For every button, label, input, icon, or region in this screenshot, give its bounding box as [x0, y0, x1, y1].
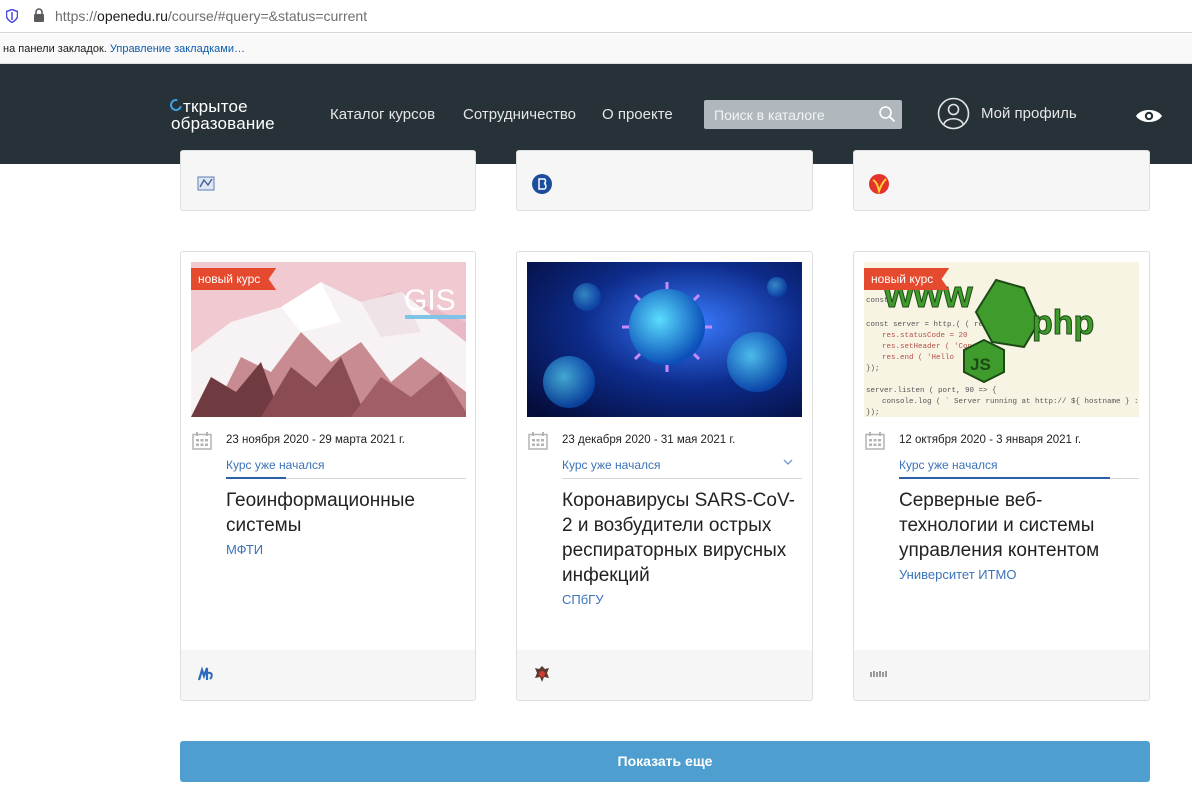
- bookmarks-bar: на панели закладок. Управление закладкам…: [0, 34, 1192, 64]
- course-org[interactable]: СПбГУ: [562, 592, 603, 607]
- svg-text:console.log ( ` Server running: console.log ( ` Server running at http:/…: [882, 398, 1139, 406]
- course-title[interactable]: Серверные веб-технологии и системы управ…: [899, 488, 1139, 563]
- nav-catalog[interactable]: Каталог курсов: [330, 106, 435, 123]
- show-more-button[interactable]: Показать еще: [180, 741, 1150, 782]
- bookmarks-hint: на панели закладок. Управление закладкам…: [3, 43, 246, 55]
- course-card-partial[interactable]: [853, 150, 1150, 211]
- course-card[interactable]: const const server = http.( ( req res.st…: [853, 251, 1150, 701]
- shield-icon[interactable]: [6, 9, 18, 23]
- course-card-partial[interactable]: [516, 150, 813, 211]
- course-title[interactable]: Геоинформационные системы: [226, 488, 466, 538]
- svg-text:res.end ( 'Hello: res.end ( 'Hello: [882, 354, 955, 362]
- manage-bookmarks-link[interactable]: Управление закладками…: [110, 43, 245, 55]
- status-progress: [226, 477, 286, 479]
- calendar-icon: [192, 432, 212, 450]
- course-status[interactable]: Курс уже начался: [562, 458, 661, 472]
- eye-icon[interactable]: [1135, 107, 1163, 125]
- course-dates: 23 ноября 2020 - 29 марта 2021 г.: [226, 434, 405, 446]
- card-footer: [517, 151, 812, 210]
- course-dates: 12 октября 2020 - 3 января 2021 г.: [899, 434, 1082, 446]
- new-course-badge: новый курс: [864, 268, 950, 290]
- virus-illustration: [527, 262, 802, 417]
- card-footer: [181, 650, 475, 700]
- course-image[interactable]: const const server = http.( ( req res.st…: [864, 262, 1139, 417]
- logo-ring-icon: [167, 96, 185, 114]
- course-org[interactable]: МФТИ: [226, 542, 263, 557]
- browser-url-bar[interactable]: https://openedu.ru/course/#query=&status…: [0, 0, 1192, 33]
- university-logo-icon: [197, 176, 215, 191]
- course-org[interactable]: Университет ИТМО: [899, 567, 1017, 582]
- logo-text-line2: образование: [171, 114, 275, 133]
- status-progress: [899, 477, 1110, 479]
- svg-text:});: });: [866, 409, 880, 417]
- search-box: [704, 100, 902, 129]
- gis-caption: GIS: [404, 284, 456, 317]
- university-logo-icon: [870, 671, 887, 677]
- course-status[interactable]: Курс уже начался: [899, 458, 998, 472]
- svg-text:res.setHeader ( 'Con: res.setHeader ( 'Con: [882, 343, 972, 351]
- university-logo-icon: [869, 174, 889, 195]
- new-course-badge: новый курс: [191, 268, 277, 290]
- my-profile-link[interactable]: Мой профиль: [981, 105, 1077, 122]
- php-caption: php: [1032, 304, 1094, 342]
- svg-text:JS: JS: [970, 355, 991, 374]
- course-image[interactable]: [527, 262, 802, 417]
- card-footer: [181, 151, 475, 210]
- svg-text:});: });: [866, 365, 880, 373]
- course-card-partial[interactable]: [180, 150, 476, 211]
- address-field[interactable]: https://openedu.ru/course/#query=&status…: [55, 8, 367, 24]
- site-header: ткрытое образование Каталог курсов Сотру…: [0, 64, 1192, 164]
- lock-icon[interactable]: [33, 8, 45, 22]
- course-dates: 23 декабря 2020 - 31 мая 2021 г.: [562, 434, 736, 446]
- course-image[interactable]: GIS новый курс: [191, 262, 466, 417]
- course-card[interactable]: 23 декабря 2020 - 31 мая 2021 г. Курс уж…: [516, 251, 813, 701]
- status-divider: [562, 478, 802, 479]
- nav-cooperation[interactable]: Сотрудничество: [463, 106, 576, 123]
- course-title[interactable]: Коронавирусы SARS-CoV-2 и возбудители ос…: [562, 488, 802, 588]
- course-card[interactable]: GIS новый курс 23 ноября 2020 - 29 марта…: [180, 251, 476, 701]
- university-logo-icon: [535, 666, 549, 682]
- card-footer: [854, 650, 1149, 700]
- search-input[interactable]: [704, 100, 874, 129]
- user-avatar-icon[interactable]: [937, 97, 970, 130]
- university-logo-icon: [532, 174, 552, 194]
- svg-text:server.listen ( port, 90: server.listen ( port, 90 => {: [866, 387, 997, 395]
- university-logo-icon: [197, 666, 213, 681]
- nav-about[interactable]: О проекте: [602, 106, 673, 123]
- search-icon[interactable]: [878, 105, 896, 123]
- svg-text:const server = http.( ( req: const server = http.( ( req: [866, 321, 988, 329]
- course-status[interactable]: Курс уже начался: [226, 458, 325, 472]
- calendar-icon: [865, 432, 885, 450]
- calendar-icon: [528, 432, 548, 450]
- site-logo[interactable]: ткрытое образование: [167, 96, 295, 133]
- svg-text:res.statusCode = 20: res.statusCode = 20: [882, 332, 968, 340]
- card-footer: [517, 650, 812, 700]
- chevron-down-icon[interactable]: [783, 458, 793, 466]
- card-footer: [854, 151, 1149, 210]
